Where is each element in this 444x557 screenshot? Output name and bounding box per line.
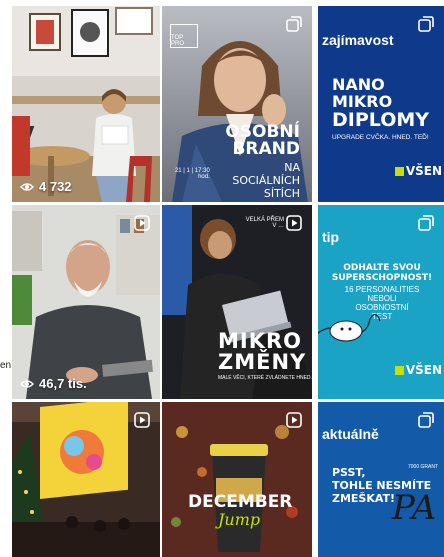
post-tile-8[interactable]: DECEMBER Jump <box>162 402 312 557</box>
post-caption-8: DECEMBER Jump <box>188 492 293 529</box>
view-count-value: 46,7 tis. <box>39 376 87 391</box>
post-tile-9[interactable]: aktuálně PSST, TOHLE NESMÍTE ZMEŠKAT! 70… <box>318 402 444 557</box>
post-tile-4[interactable]: 46,7 tis. <box>12 205 160 399</box>
eye-icon <box>20 182 34 191</box>
side-note: 7000 GRANT <box>407 464 438 470</box>
profile-post-grid: en 4 732 TOP PRO OSOBNÍ BRAND 21 | 1 | 1… <box>0 0 444 557</box>
post-thumbnail-1 <box>12 6 160 202</box>
multi-square-icon <box>418 16 434 32</box>
view-count: 46,7 tis. <box>20 376 87 391</box>
post-caption-3: NANO MIKRO DIPLOMY UPGRADE CVČKA. HNED. … <box>332 75 430 141</box>
post-caption-2: OSOBNÍ BRAND 21 | 1 | 17:30 hod. NA SOCI… <box>162 124 300 201</box>
post-tile-5[interactable]: VELKÁ PŘEM V … MIKRO ZMĚNY MALÉ VĚCI, KT… <box>162 205 312 399</box>
top-text: VELKÁ PŘEM V … <box>245 217 284 229</box>
multi-square-icon <box>418 412 434 428</box>
play-square-icon <box>134 215 150 231</box>
brand-logo: TOP PRO <box>170 24 198 48</box>
post-tile-6[interactable]: tip ODHALTE SVOU SUPERSCHOPNOST! 16 PERS… <box>318 205 444 399</box>
vsen-logo: VŠEN <box>394 164 442 178</box>
title-line-2: BRAND <box>232 139 300 159</box>
post-category: tip <box>322 229 340 245</box>
post-tile-3[interactable]: zajímavost NANO MIKRO DIPLOMY UPGRADE CV… <box>318 6 444 202</box>
eye-icon <box>20 379 34 388</box>
post-tile-1[interactable]: 4 732 <box>12 6 160 202</box>
post-category: aktuálně <box>322 426 379 442</box>
post-caption-5: MIKRO ZMĚNY MALÉ VĚCI, KTERÉ ZVLÁDNETE H… <box>218 329 312 382</box>
subtitle-line-1: NA SOCIÁLNÍCH <box>232 161 300 187</box>
view-count: 4 732 <box>20 179 72 194</box>
post-thumbnail-4 <box>12 205 160 399</box>
play-square-icon <box>134 16 150 32</box>
doodle-figure <box>318 313 381 342</box>
left-edge-text: en <box>0 360 12 371</box>
vsen-logo: VŠEN <box>394 363 442 377</box>
post-category: zajímavost <box>322 32 394 48</box>
post-tile-2[interactable]: TOP PRO OSOBNÍ BRAND 21 | 1 | 17:30 hod.… <box>162 6 312 202</box>
view-count-value: 4 732 <box>39 179 72 194</box>
event-datetime: 21 | 1 | 17:30 hod. <box>174 168 210 180</box>
multi-square-icon <box>286 16 302 32</box>
multi-square-icon <box>418 215 434 231</box>
post-tile-7[interactable] <box>12 402 160 557</box>
play-square-icon <box>286 412 302 428</box>
handwritten-scribble: PA <box>392 488 437 528</box>
subtitle-line-2: SÍTÍCH <box>263 187 300 200</box>
play-square-icon <box>134 412 150 428</box>
play-square-icon <box>286 215 302 231</box>
